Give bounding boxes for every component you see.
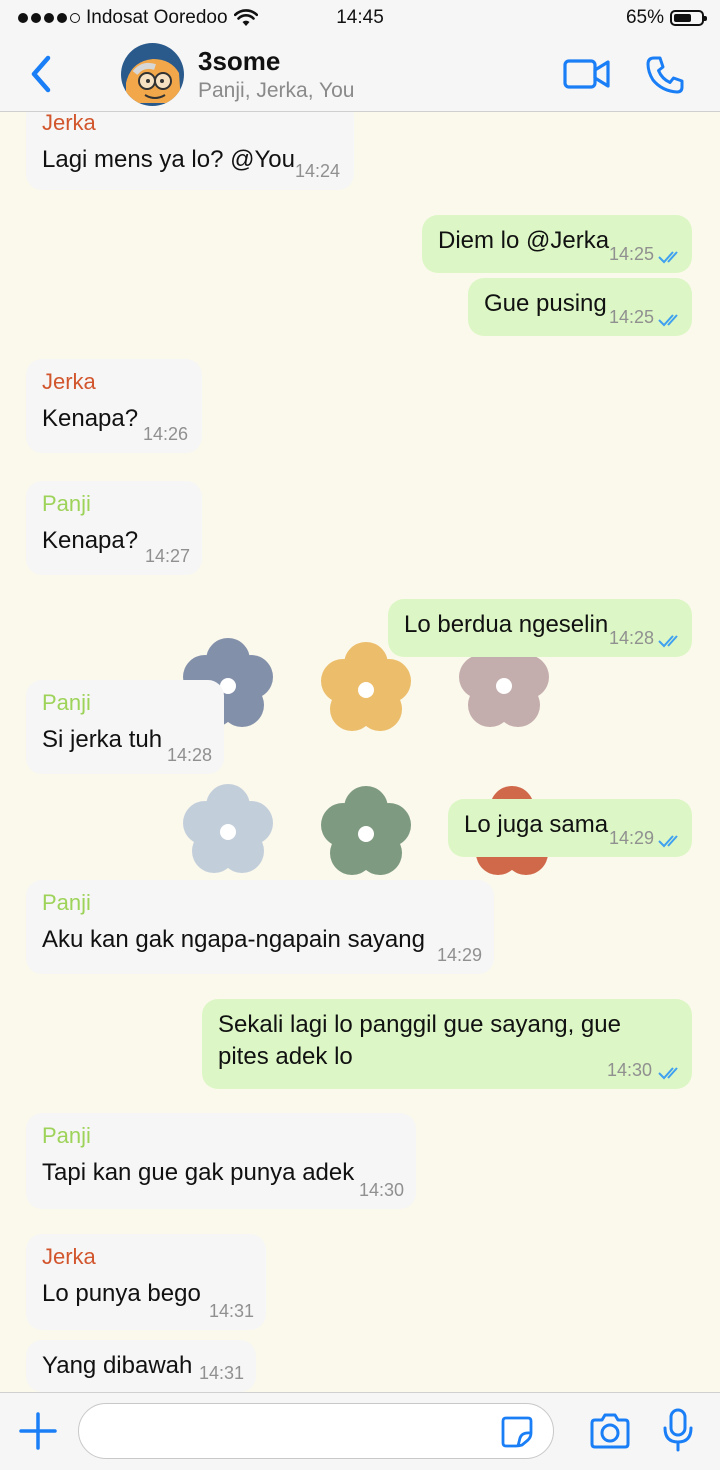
phone-icon [646,56,684,94]
message-time: 14:29 [608,828,654,848]
message-bubble-incoming[interactable]: Panji Tapi kan gue gak punya adek 14:30 [26,1113,416,1209]
flower-wallpaper-icon [183,784,273,873]
message-bubble-incoming[interactable]: Panji Aku kan gak ngapa-ngapain sayang 1… [26,880,494,974]
sticker-button[interactable] [500,1415,534,1454]
message-input-bar [0,1392,720,1470]
video-call-button[interactable] [562,54,612,99]
message-time: 14:30 [358,1180,404,1200]
message-text: Lagi mens ya lo? @You [42,146,295,173]
cartoon-avatar-image [121,43,184,106]
voice-message-button[interactable] [660,1407,696,1458]
message-time: 14:25 [608,307,654,327]
sender-name: Jerka [42,112,96,135]
group-members: Panji, Jerka, You [198,79,355,102]
message-time: 14:26 [142,424,188,444]
message-time: 14:31 [208,1301,254,1321]
sender-name: Panji [42,690,91,715]
message-bubble-incoming[interactable]: Yang dibawah 14:31 [26,1340,256,1392]
attach-button[interactable] [18,1411,58,1456]
message-text: Aku kan gak ngapa-ngapain sayang [42,926,425,953]
message-bubble-outgoing[interactable]: Lo berdua ngeselin 14:28 [388,599,692,657]
message-time: 14:29 [436,945,482,965]
battery-percent: 65% [625,7,664,28]
message-bubble-outgoing[interactable]: Diem lo @Jerka 14:25 [422,215,692,273]
sender-name: Jerka [42,1244,96,1269]
double-check-icon [658,1067,678,1080]
sender-name: Jerka [42,369,96,394]
message-text: Tapi kan gue gak punya adek [42,1159,355,1186]
message-bubble-incoming[interactable]: Panji Kenapa? 14:27 [26,481,202,575]
video-camera-icon [563,59,610,89]
message-time: 14:28 [166,745,212,765]
double-check-icon [658,314,678,327]
message-bubble-incoming[interactable]: Panji Si jerka tuh 14:28 [26,680,224,774]
flower-wallpaper-icon [321,786,411,875]
message-input[interactable] [78,1403,554,1459]
message-time: 14:25 [608,244,654,264]
message-bubble-incoming[interactable]: Jerka Lagi mens ya lo? @You 14:24 [26,112,354,190]
double-check-icon [658,835,678,848]
sender-name: Panji [42,491,91,516]
chevron-left-icon [31,55,51,93]
message-bubble-outgoing[interactable]: Gue pusing 14:25 [468,278,692,336]
status-time: 14:45 [336,7,384,28]
status-bar: Indosat Ooredoo 14:45 65% [0,0,720,38]
voice-call-button[interactable] [644,54,686,101]
microphone-icon [663,1408,693,1452]
back-button[interactable] [24,52,64,96]
message-time: 14:28 [608,628,654,648]
message-time: 14:31 [198,1363,244,1383]
message-bubble-incoming[interactable]: Jerka Kenapa? 14:26 [26,359,202,453]
message-bubble-outgoing[interactable]: Lo juga sama 14:29 [448,799,692,857]
battery-icon [670,10,707,26]
message-time: 14:30 [606,1060,652,1080]
double-check-icon [658,251,678,264]
chat-area[interactable]: Jerka Lagi mens ya lo? @You 14:24 Diem l… [0,112,720,1392]
message-time: 14:24 [294,161,340,181]
message-time: 14:27 [144,546,190,566]
camera-button[interactable] [588,1411,632,1456]
message-bubble-outgoing[interactable]: Sekali lagi lo panggil gue sayang, gue p… [202,999,692,1089]
sender-name: Panji [42,1123,91,1148]
camera-icon [590,1413,630,1449]
plus-icon [19,1412,57,1450]
double-check-icon [658,635,678,648]
chat-header: 3some Panji, Jerka, You [0,38,720,112]
sticker-icon [501,1416,533,1448]
group-avatar[interactable] [121,43,184,106]
group-title[interactable]: 3some [198,46,280,77]
status-right: 65% [625,7,707,29]
sender-name: Panji [42,890,91,915]
message-bubble-incoming[interactable]: Jerka Lo punya bego 14:31 [26,1234,266,1330]
